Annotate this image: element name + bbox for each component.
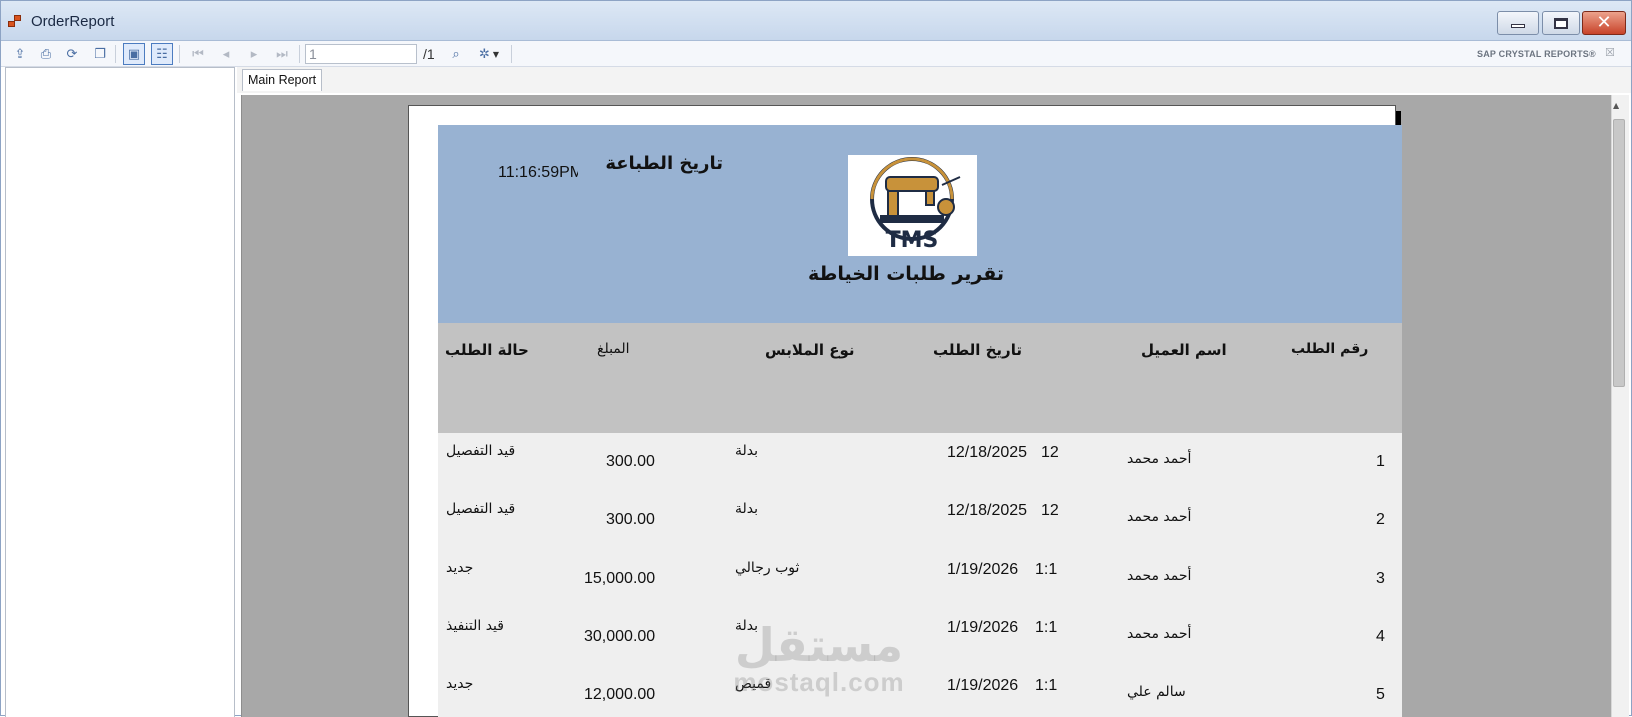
cell-status: قيد التنفيذ bbox=[446, 618, 504, 634]
report-toolbar: ⇪ ⎙ ⟳ ❐ ▣ ☷ ⏮ ◂ ▸ ⏭ 1 /1 ⌕ ✲ ▼ SAP CRYSTA… bbox=[1, 41, 1631, 67]
cell-date: 1/19/2026 bbox=[947, 561, 1019, 578]
cell-clothing-type: بدلة bbox=[735, 501, 759, 517]
copy-icon: ❐ bbox=[94, 46, 106, 62]
column-header-status: حالة الطلب bbox=[445, 341, 529, 359]
page-total: /1 bbox=[423, 46, 435, 62]
previous-page-icon: ◂ bbox=[222, 46, 230, 62]
last-page-icon: ⏭ bbox=[276, 46, 288, 62]
toggle-parameter-panel-icon: ▣ bbox=[127, 46, 141, 62]
scrollbar-thumb[interactable] bbox=[1613, 119, 1625, 387]
toolbar-separator bbox=[179, 45, 180, 63]
find-button[interactable]: ⌕ bbox=[445, 43, 467, 65]
cell-time: 12 bbox=[1041, 444, 1059, 461]
cell-customer: أحمد محمد bbox=[1127, 509, 1192, 525]
cell-clothing-type: ثوب رجالي bbox=[735, 560, 800, 576]
cell-time: 12 bbox=[1041, 502, 1059, 519]
print-date-label: تاريخ الطباعة bbox=[605, 153, 723, 174]
refresh-button[interactable]: ⟳ bbox=[61, 43, 83, 65]
export-icon: ⇪ bbox=[14, 46, 26, 62]
print-button[interactable]: ⎙ bbox=[35, 43, 57, 65]
column-header-clothing-type: نوع الملابس bbox=[765, 341, 855, 359]
cell-order-no: 5 bbox=[1376, 686, 1385, 703]
brand-label: SAP CRYSTAL REPORTS® bbox=[1477, 49, 1596, 59]
print-icon: ⎙ bbox=[40, 46, 52, 62]
toggle-group-tree-icon: ☷ bbox=[156, 46, 168, 62]
maximize-icon bbox=[1554, 17, 1568, 29]
copy-button[interactable]: ❐ bbox=[89, 43, 111, 65]
cell-order-no: 3 bbox=[1376, 570, 1385, 587]
cell-clothing-type: قميص bbox=[735, 676, 772, 692]
title-bar[interactable]: OrderReport ✕ bbox=[1, 1, 1631, 41]
cell-time: 1:1 bbox=[1035, 619, 1058, 636]
close-icon: ✕ bbox=[1596, 12, 1612, 33]
minimize-button[interactable] bbox=[1497, 11, 1539, 35]
cell-amount: 300.00 bbox=[606, 511, 655, 528]
cell-status: قيد التفصيل bbox=[446, 443, 516, 459]
cell-clothing-type: بدلة bbox=[735, 618, 759, 634]
cell-clothing-type: بدلة bbox=[735, 443, 759, 459]
cell-date: 12/18/2025 bbox=[947, 502, 1028, 519]
next-page-button[interactable]: ▸ bbox=[243, 43, 265, 65]
next-page-icon: ▸ bbox=[250, 46, 258, 62]
toolbar-separator bbox=[299, 45, 300, 63]
group-tree-panel[interactable] bbox=[5, 67, 235, 717]
column-header-amount: المبلغ bbox=[597, 341, 630, 357]
cell-amount: 30,000.00 bbox=[584, 628, 656, 645]
previous-page-button[interactable]: ◂ bbox=[215, 43, 237, 65]
export-button[interactable]: ⇪ bbox=[9, 43, 31, 65]
minimize-icon bbox=[1511, 24, 1525, 28]
app-icon bbox=[8, 15, 24, 29]
logo-text: TMS bbox=[886, 228, 939, 253]
cell-date: 12/18/2025 bbox=[947, 444, 1028, 461]
cell-customer: أحمد محمد bbox=[1127, 451, 1192, 467]
cell-date: 1/19/2026 bbox=[947, 677, 1019, 694]
cell-customer: سالم علي bbox=[1127, 684, 1186, 700]
cell-status: جديد bbox=[446, 676, 474, 692]
last-page-button[interactable]: ⏭ bbox=[271, 43, 293, 65]
tab-strip bbox=[237, 67, 1631, 93]
refresh-icon: ⟳ bbox=[66, 46, 78, 62]
zoom-icon: ✲ bbox=[478, 46, 490, 62]
cell-amount: 15,000.00 bbox=[584, 570, 656, 587]
cell-time: 1:1 bbox=[1035, 561, 1058, 578]
chevron-down-icon: ▼ bbox=[492, 49, 500, 59]
cell-date: 1/19/2026 bbox=[947, 619, 1019, 636]
sewing-machine-logo-icon: TMS bbox=[870, 157, 961, 253]
cell-order-no: 2 bbox=[1376, 511, 1385, 528]
cell-customer: أحمد محمد bbox=[1127, 626, 1192, 642]
cell-status: قيد التفصيل bbox=[446, 501, 516, 517]
column-header-customer: اسم العميل bbox=[1141, 341, 1227, 359]
company-logo: TMS bbox=[848, 155, 977, 256]
report-details-band bbox=[438, 433, 1402, 717]
report-title: تقرير طلبات الخياطة bbox=[807, 263, 1005, 285]
cell-order-no: 1 bbox=[1376, 453, 1385, 470]
maximize-button[interactable] bbox=[1542, 11, 1580, 35]
toggle-group-tree-button[interactable]: ☷ bbox=[151, 43, 173, 65]
cell-amount: 300.00 bbox=[606, 453, 655, 470]
first-page-button[interactable]: ⏮ bbox=[187, 43, 209, 65]
toggle-parameter-panel-button[interactable]: ▣ bbox=[123, 43, 145, 65]
scroll-up-icon[interactable]: ▲ bbox=[1613, 101, 1619, 110]
close-button[interactable]: ✕ bbox=[1582, 11, 1626, 35]
report-window: OrderReport ✕ ⇪ ⎙ ⟳ ❐ ▣ ☷ ⏮ ◂ ▸ ⏭ 1 /1 ⌕… bbox=[0, 0, 1632, 717]
print-time-value: 11:16:59PM bbox=[498, 164, 578, 181]
first-page-icon: ⏮ bbox=[192, 46, 204, 62]
cell-order-no: 4 bbox=[1376, 628, 1385, 645]
cell-amount: 12,000.00 bbox=[584, 686, 656, 703]
column-header-order-date: تاريخ الطلب bbox=[933, 341, 1022, 359]
toolbar-separator bbox=[511, 45, 512, 63]
tab-main-report[interactable]: Main Report bbox=[242, 69, 323, 91]
column-header-order-no: رقم الطلب bbox=[1291, 341, 1369, 357]
toolbar-separator bbox=[115, 45, 116, 63]
column-header-band bbox=[438, 323, 1402, 433]
window-title: OrderReport bbox=[31, 13, 115, 30]
cell-time: 1:1 bbox=[1035, 677, 1058, 694]
close-tab-icon[interactable]: ☒ bbox=[1605, 46, 1615, 59]
cell-status: جديد bbox=[446, 560, 474, 576]
zoom-dropdown[interactable]: ✲ ▼ bbox=[473, 43, 505, 65]
find-icon: ⌕ bbox=[452, 46, 460, 62]
page-number-input[interactable]: 1 bbox=[305, 44, 417, 64]
cell-customer: أحمد محمد bbox=[1127, 568, 1192, 584]
